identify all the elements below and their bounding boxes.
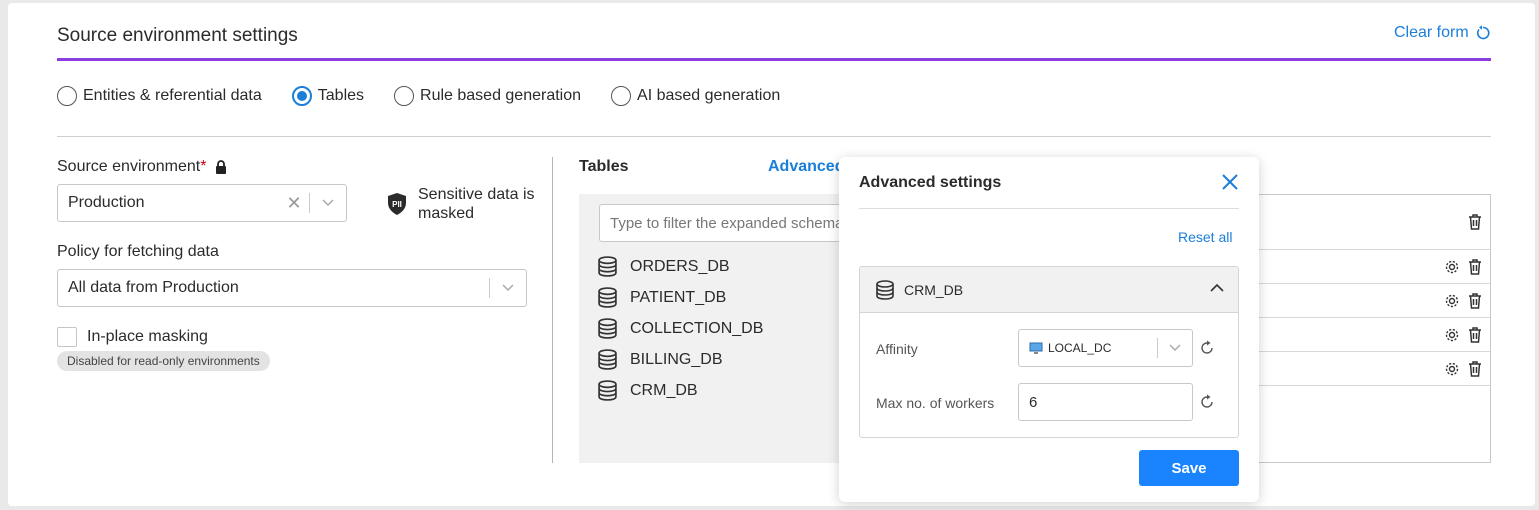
database-name: COLLECTION_DB [630,319,764,337]
accordion-header[interactable]: CRM_DB [860,267,1238,313]
database-icon [876,279,894,300]
database-name: CRM_DB [630,381,698,399]
reset-icon [1476,25,1490,40]
reset-all-link[interactable]: Reset all [1178,229,1232,245]
trash-icon[interactable] [1468,214,1482,230]
source-env-label: Source environment * [57,158,227,176]
radio-ai-based[interactable]: AI based generation [611,86,780,106]
selected-tables-panel [1250,194,1491,463]
monitor-icon [1029,342,1043,354]
clear-icon[interactable]: ✕ [279,193,309,214]
radio-label: Rule based generation [420,87,582,104]
list-item[interactable]: ORDERS_DB [597,251,763,282]
trash-icon[interactable] [1468,259,1482,275]
gear-icon[interactable] [1444,259,1460,275]
database-name: ORDERS_DB [630,257,730,275]
affinity-label: Affinity [876,341,918,357]
save-button[interactable]: Save [1139,450,1239,486]
radio-label: AI based generation [637,87,781,104]
radio-label: Entities & referential data [83,87,262,104]
policy-value: All data from Production [68,279,239,296]
section-divider [57,136,1491,137]
database-icon [598,256,617,277]
list-item[interactable]: COLLECTION_DB [597,313,763,344]
source-env-select[interactable]: Production ✕ [57,184,347,222]
in-place-masking-checkbox[interactable] [57,327,77,347]
refresh-icon[interactable] [1199,340,1215,356]
modal-title: Advanced settings [859,174,1002,191]
chevron-down-icon[interactable] [490,284,526,292]
radio-tables[interactable]: Tables [291,86,365,106]
list-item[interactable]: BILLING_DB [597,344,763,375]
clear-form-button[interactable]: Clear form [1394,24,1491,42]
gear-icon[interactable] [1444,293,1460,309]
header-divider [57,58,1491,61]
radio-rule-based[interactable]: Rule based generation [394,86,581,106]
radio-button[interactable] [611,86,632,106]
database-name: BILLING_DB [630,350,723,368]
table-row [1250,195,1490,250]
database-icon [598,318,617,339]
chevron-down-icon[interactable] [1158,344,1192,352]
advanced-link[interactable]: Advanced [768,158,844,176]
lock-icon [216,160,227,174]
column-divider [552,157,553,463]
clear-form-label: Clear form [1394,24,1469,41]
tables-title: Tables [579,158,629,175]
radio-entities[interactable]: Entities & referential data [57,86,262,106]
policy-label: Policy for fetching data [57,243,219,260]
trash-icon[interactable] [1468,293,1482,309]
advanced-settings-modal: Advanced settings Reset all CRM_DB Affin… [839,157,1259,502]
gear-icon[interactable] [1444,327,1460,343]
workers-label: Max no. of workers [876,395,995,411]
modal-divider [859,208,1239,209]
database-icon [598,380,617,401]
required-mark: * [200,158,207,175]
radio-button-selected[interactable] [291,86,312,106]
table-row [1250,250,1490,284]
radio-button[interactable] [394,86,415,106]
affinity-value: LOCAL_DC [1048,341,1112,355]
svg-text:PII: PII [392,200,402,209]
table-row [1250,318,1490,352]
page-title: Source environment settings [57,25,298,46]
mode-radio-group: Entities & referential data Tables Rule … [57,86,810,106]
list-item[interactable]: PATIENT_DB [597,282,763,313]
table-row [1250,284,1490,318]
chevron-down-icon[interactable] [310,199,346,207]
disabled-note-badge: Disabled for read-only environments [57,351,270,371]
database-list: ORDERS_DB PATIENT_DB COLLECTION_DB BILLI… [597,251,763,406]
trash-icon[interactable] [1468,327,1482,343]
radio-label: Tables [317,87,365,104]
refresh-icon[interactable] [1199,394,1215,410]
database-icon [598,287,617,308]
policy-select[interactable]: All data from Production [57,269,527,307]
in-place-masking: In-place masking [57,327,208,347]
close-icon[interactable] [1221,173,1239,191]
table-row [1250,352,1490,386]
source-env-value: Production [68,194,145,211]
affinity-select[interactable]: LOCAL_DC [1018,329,1193,367]
radio-button[interactable] [57,86,77,106]
sensitive-data-note: Sensitive data is masked [418,186,535,222]
database-name: PATIENT_DB [630,288,727,306]
trash-icon[interactable] [1468,361,1482,377]
schema-filter-input[interactable]: Type to filter the expanded schema [599,204,849,242]
list-item[interactable]: CRM_DB [597,375,763,406]
workers-input[interactable]: 6 [1018,383,1193,421]
crm-db-accordion: CRM_DB Affinity LOCAL_DC Max no. of work… [859,266,1239,438]
chevron-up-icon[interactable] [1210,283,1224,292]
accordion-title: CRM_DB [904,281,964,298]
in-place-masking-label: In-place masking [87,328,208,345]
database-icon [598,349,617,370]
gear-icon[interactable] [1444,361,1460,377]
pii-shield-icon: PII [386,192,408,221]
